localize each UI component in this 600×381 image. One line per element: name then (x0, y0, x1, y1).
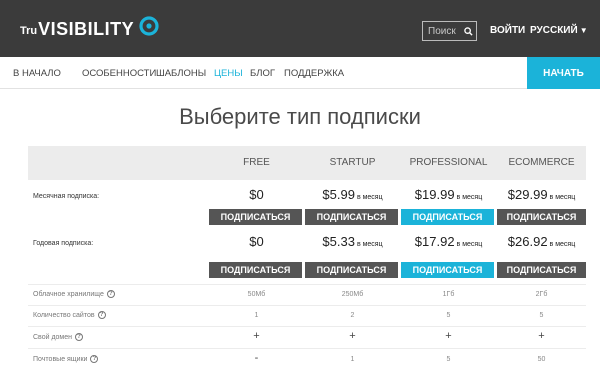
price-value: $5.33 (322, 234, 355, 249)
price-value: $0 (249, 187, 264, 202)
nav-blog[interactable]: БЛОГ (250, 68, 275, 79)
start-button[interactable]: НАЧАТЬ (527, 57, 600, 89)
monthly-price-startup: $5.99 в месяц (305, 187, 400, 202)
feature-value: + (253, 330, 260, 342)
price-value: $19.99 (414, 187, 455, 202)
logo[interactable]: Tru VISIBILITY (20, 14, 159, 44)
feature-value: + (538, 330, 545, 342)
search-input[interactable] (423, 22, 461, 40)
feature-label-text: Почтовые ящики (33, 355, 88, 363)
yearly-price-ecommerce: $26.92 в месяц (497, 234, 586, 249)
help-icon[interactable]: ? (97, 311, 106, 319)
nav-templates[interactable]: ШАБЛОНЫ (156, 68, 206, 79)
price-period: в месяц (549, 241, 576, 248)
yearly-price-professional: $17.92 в месяц (401, 234, 496, 249)
nav-pricing[interactable]: ЦЕНЫ (214, 68, 243, 79)
language-label: РУССКИЙ (530, 25, 578, 36)
feature-label-text: Облачное хранилище (33, 290, 104, 298)
feature-value: 50Мб (247, 291, 266, 298)
yearly-label: Годовая подписка: (33, 240, 94, 247)
logo-text: VISIBILITY (38, 18, 135, 39)
monthly-price-professional: $19.99 в месяц (401, 187, 496, 202)
feature-label-sites: Количество сайтов? (33, 311, 106, 319)
subscribe-yearly-free-button[interactable]: ПОДПИСАТЬСЯ (209, 262, 302, 278)
nav-features[interactable]: ОСОБЕННОСТИ (82, 68, 156, 79)
price-value: $0 (249, 234, 264, 249)
subscribe-yearly-professional-button[interactable]: ПОДПИСАТЬСЯ (401, 262, 494, 278)
nav-home[interactable]: В НАЧАЛО (13, 68, 61, 79)
monthly-label: Месячная подписка: (33, 193, 100, 200)
feature-label-mailboxes: Почтовые ящики? (33, 355, 99, 363)
page-title: Выберите тип подписки (179, 104, 421, 129)
plan-header-free: FREE (243, 157, 270, 168)
price-period: в месяц (549, 194, 576, 201)
monthly-price-free: $0 (209, 187, 304, 202)
feature-value: 5 (446, 312, 451, 319)
logo-prefix: Tru (20, 25, 38, 37)
yearly-price-startup: $5.33 в месяц (305, 234, 400, 249)
monthly-price-ecommerce: $29.99 в месяц (497, 187, 586, 202)
subscribe-monthly-startup-button[interactable]: ПОДПИСАТЬСЯ (305, 209, 398, 225)
login-link[interactable]: ВОЙТИ (490, 25, 525, 36)
feature-value: 5 (539, 312, 544, 319)
help-icon[interactable]: ? (75, 333, 83, 341)
help-icon[interactable]: ? (90, 355, 99, 363)
row-divider (28, 326, 586, 327)
top-bar: Tru VISIBILITY ВОЙТИ РУССКИЙ▼ (0, 0, 600, 57)
feature-value: + (445, 330, 452, 342)
price-period: в месяц (356, 194, 383, 201)
feature-value: 250Мб (341, 291, 364, 298)
subscribe-yearly-startup-button[interactable]: ПОДПИСАТЬСЯ (305, 262, 398, 278)
row-divider (28, 348, 586, 349)
price-value: $26.92 (507, 234, 548, 249)
subscribe-monthly-free-button[interactable]: ПОДПИСАТЬСЯ (209, 209, 302, 225)
plan-header-startup: STARTUP (329, 157, 376, 168)
search-icon[interactable] (461, 22, 476, 40)
feature-value: 2 (350, 312, 355, 319)
help-icon[interactable]: ? (106, 290, 115, 298)
feature-label-storage: Облачное хранилище? (33, 290, 115, 298)
logo-eye-icon (139, 16, 159, 36)
row-divider (28, 305, 586, 306)
language-selector[interactable]: РУССКИЙ ▼ (530, 25, 588, 36)
subscribe-monthly-professional-button[interactable]: ПОДПИСАТЬСЯ (401, 209, 494, 225)
chevron-down-icon: ▼ (579, 26, 588, 35)
feature-label-text: Количество сайтов (33, 311, 95, 319)
feature-value: 1 (254, 312, 259, 319)
plan-header-professional: PROFESSIONAL (409, 157, 488, 168)
price-period: в месяц (356, 241, 383, 248)
price-value: $5.99 (322, 187, 355, 202)
feature-value: 1 (350, 356, 355, 363)
feature-value: 2Гб (535, 291, 548, 298)
subscribe-yearly-ecommerce-button[interactable]: ПОДПИСАТЬСЯ (497, 262, 586, 278)
row-divider (28, 284, 586, 285)
nav-bar: В НАЧАЛО ОСОБЕННОСТИ ШАБЛОНЫ ЦЕНЫ БЛОГ П… (0, 57, 600, 89)
price-period: в месяц (456, 241, 483, 248)
price-value: $29.99 (507, 187, 548, 202)
yearly-price-free: $0 (209, 234, 304, 249)
feature-value: 50 (537, 356, 546, 363)
price-value: $17.92 (414, 234, 455, 249)
feature-label-domain: Свой домен? (33, 333, 83, 341)
feature-label-text: Свой домен (33, 333, 72, 341)
plan-header-ecommerce: ECOMMERCE (508, 157, 575, 168)
feature-value: 1Гб (442, 291, 455, 298)
search-box (422, 21, 477, 41)
nav-support[interactable]: ПОДДЕРЖКА (284, 68, 344, 79)
price-period: в месяц (456, 194, 483, 201)
subscribe-monthly-ecommerce-button[interactable]: ПОДПИСАТЬСЯ (497, 209, 586, 225)
feature-value: - (254, 352, 259, 364)
feature-value: + (349, 330, 356, 342)
feature-value: 5 (446, 356, 451, 363)
